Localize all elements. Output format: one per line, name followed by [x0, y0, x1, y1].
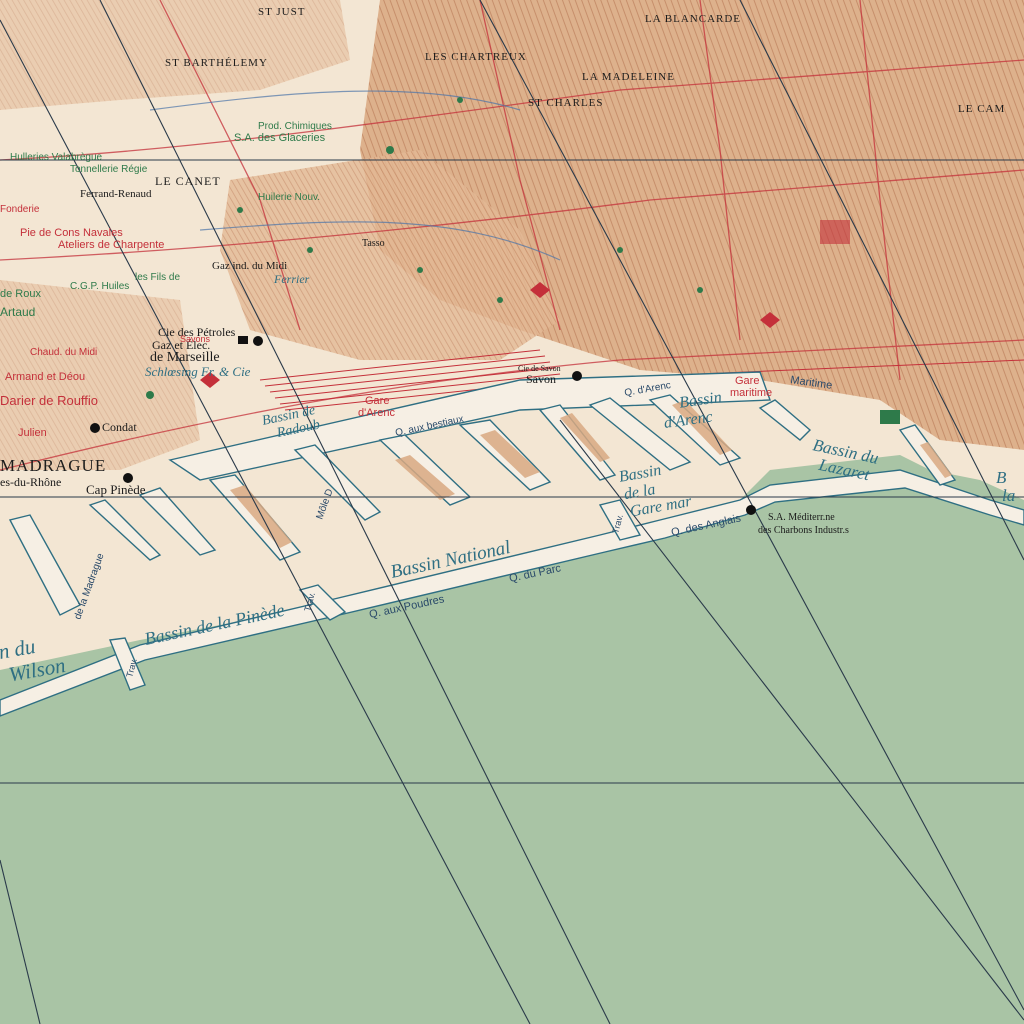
de-marseille-label: de Marseille: [150, 350, 220, 365]
cgp-label: C.G.P. Huiles: [70, 281, 129, 292]
sa-mediterranee-label: S.A. Méditerr.ne: [768, 512, 835, 523]
huileries-label: Hulleries Valabrègue: [10, 152, 103, 163]
fonderie-label: Fonderie: [0, 204, 40, 215]
cap-pinede-label: Cap Pinède: [86, 482, 146, 497]
map-canvas: ST JUST LA BLANCARDE ST BARTHÉLEMY LES C…: [0, 0, 1024, 1024]
rhone-label: es-du-Rhône: [0, 475, 61, 489]
district-le-camas: LE CAM: [958, 103, 1005, 115]
savons-label: Savons: [180, 334, 211, 344]
district-le-canet: LE CANET: [155, 174, 221, 188]
fils-label: les Fils de: [135, 272, 180, 283]
savon-label: Savon: [526, 372, 556, 386]
ferrand-renaud-label: Ferrand-Renaud: [80, 188, 152, 200]
gaz-ind-midi-label: Gaz ind. du Midi: [212, 260, 287, 272]
schloesing-label: Schlœsing Fr. & Cie: [145, 364, 251, 379]
sa-glaceries-label: S.A. des Glaceries: [234, 132, 326, 144]
chantiers-label: Ateliers de Charpente: [58, 239, 164, 251]
tonnellerie-label: Tonnellerie Régie: [70, 164, 148, 175]
cie-savon-label: Cie de Savon: [518, 364, 561, 373]
district-st-just: ST JUST: [258, 6, 305, 18]
district-st-barthelemy: ST BARTHÉLEMY: [165, 57, 268, 69]
tasso-label: Tasso: [362, 238, 385, 249]
julien-label: Julien: [18, 427, 47, 439]
armand-label: Armand et Déou: [5, 371, 85, 383]
construction-navales-label: Pie de Cons Navales: [20, 227, 123, 239]
de-roux-label: de Roux: [0, 288, 41, 300]
artaud-label: Artaud: [0, 305, 35, 319]
prod-chimiques-label: Prod. Chimiques: [258, 121, 332, 132]
district-madrague: MADRAGUE: [0, 456, 106, 475]
ferrier-label: Ferrier: [273, 272, 310, 286]
district-les-chartreux: LES CHARTREUX: [425, 51, 527, 63]
huilerie-nouv-label: Huilerie Nouv.: [258, 192, 320, 203]
district-st-charles: ST CHARLES: [528, 97, 604, 109]
darier-label: Darier de Rouffio: [0, 393, 98, 408]
condat-label: Condat: [102, 420, 137, 434]
chaudronnerie-label: Chaud. du Midi: [30, 347, 97, 358]
des-charbons-label: des Charbons Industr.s: [758, 525, 849, 536]
district-la-madeleine: LA MADELEINE: [582, 71, 675, 83]
district-la-blancarde: LA BLANCARDE: [645, 13, 741, 25]
